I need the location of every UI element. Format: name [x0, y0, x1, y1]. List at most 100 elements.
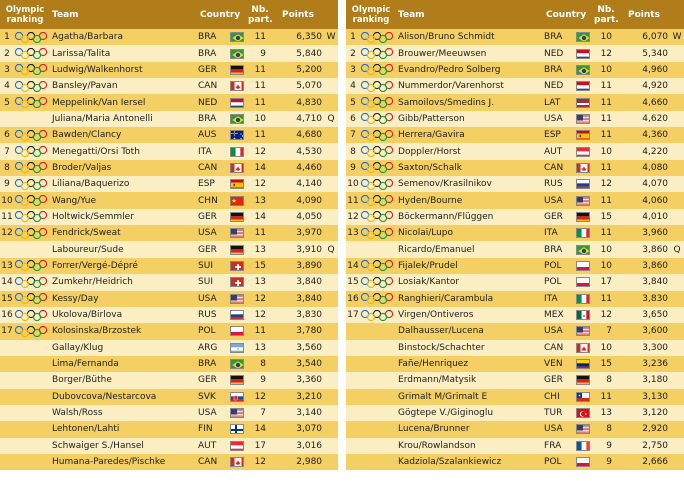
rank-cell: 6 [4, 130, 10, 141]
country-flag-cell [230, 192, 248, 208]
olympic-rings-cell [14, 241, 50, 257]
rank-cell [346, 340, 360, 356]
header-nb-part: Nb. part. [248, 0, 273, 29]
participation-count: 8 [606, 424, 613, 435]
points-value: 3,070 [296, 424, 323, 435]
participation-count: 10 [600, 244, 613, 255]
olympic-rings-icon [360, 227, 394, 239]
country-flag-cell [230, 209, 248, 225]
country-flag-icon [576, 293, 591, 304]
points-value: 5,340 [642, 48, 669, 59]
points-value: 4,620 [642, 113, 669, 124]
country-flag-cell [576, 78, 594, 94]
points-value: 3,210 [296, 391, 323, 402]
country-flag-icon [230, 326, 245, 337]
olympic-rings-icon [360, 309, 394, 321]
olympic-rings-icon [14, 162, 48, 174]
table-row: 10 Semenov/Krasilnikov RUS 12 4,070 [346, 176, 684, 193]
points-value: 4,830 [296, 97, 323, 108]
country-flag-cell [576, 127, 594, 143]
points-value: 3,236 [642, 359, 669, 370]
olympic-rings-cell [14, 94, 50, 110]
rank-cell: 10 [1, 195, 13, 206]
olympic-rings-cell [14, 127, 50, 143]
qualifier-mark: Q [327, 244, 335, 255]
table-row: 4 Nummerdor/Varenhorst NED 11 4,920 [346, 78, 684, 95]
country-flag-cell [576, 274, 594, 290]
team-name: Nicolai/Lupo [398, 228, 454, 239]
team-name: Gallay/Klug [52, 342, 104, 353]
country-flag-icon [576, 310, 591, 321]
team-name: Semenov/Krasilnikov [398, 179, 492, 190]
qualifier-mark [670, 274, 684, 290]
participation-count: 9 [260, 48, 267, 59]
table-row: 3 Ludwig/Walkenhorst GER 11 5,200 [0, 61, 339, 79]
country-flag-cell [576, 372, 594, 388]
participation-count: 15 [600, 359, 613, 370]
team-name: Lima/Fernanda [52, 359, 119, 370]
country-flag-icon [576, 162, 591, 173]
participation-count: 11 [254, 81, 267, 92]
country-flag-icon [576, 375, 591, 386]
rank-cell: 3 [350, 64, 356, 75]
points-value: 6,070 [642, 32, 669, 43]
rank-cell: 1 [350, 32, 356, 43]
points-value: 2,920 [642, 424, 669, 435]
country-code: USA [544, 326, 563, 337]
participation-count: 10 [600, 146, 613, 157]
points-value: 3,960 [642, 228, 669, 239]
country-flag-cell [576, 192, 594, 208]
qualifier-mark [324, 62, 338, 78]
ranking-table-right: Olympic ranking Team Country Nb. part. Poi… [346, 0, 684, 471]
country-code: GER [544, 211, 563, 222]
country-flag-cell [576, 209, 594, 225]
country-code: GER [198, 375, 217, 386]
country-code: VEN [544, 359, 563, 370]
team-name: Fañe/Henriquez [398, 359, 469, 370]
country-code: BRA [544, 244, 563, 255]
points-value: 4,710 [296, 113, 323, 124]
country-flag-cell [230, 225, 248, 241]
participation-count: 11 [254, 32, 267, 43]
qualifier-mark [670, 258, 684, 274]
team-name: Laboureur/Sude [52, 244, 124, 255]
olympic-rings-icon [14, 195, 48, 207]
olympic-rings-cell [360, 78, 396, 94]
country-flag-cell [230, 241, 248, 257]
country-flag-cell [230, 372, 248, 388]
qualifier-mark [324, 78, 338, 94]
participation-count: 11 [600, 195, 613, 206]
qualifier-mark [670, 192, 684, 208]
rank-cell [346, 389, 360, 405]
qualifier-mark [670, 454, 684, 470]
rank-cell: 9 [4, 179, 10, 190]
country-flag-cell [230, 307, 248, 323]
olympic-rings-cell [14, 291, 50, 307]
qualifier-mark [670, 323, 684, 339]
qualifier-mark [670, 94, 684, 110]
rank-cell [346, 438, 360, 454]
country-code: BRA [544, 64, 563, 75]
participation-count: 11 [600, 130, 613, 141]
participation-count: 12 [600, 310, 613, 321]
olympic-rings-icon [14, 293, 48, 305]
olympic-rings-cell [14, 258, 50, 274]
team-name: Gögtepe V./Giginoglu [398, 408, 494, 419]
participation-count: 13 [254, 195, 267, 206]
table-header: Olympic ranking Team Country Nb. part. Poi… [0, 0, 339, 29]
team-name: Lucena/Brunner [398, 424, 470, 435]
table-row: Binstock/Schachter CAN 10 3,300 [346, 339, 684, 356]
participation-count: 12 [600, 48, 613, 59]
header-qualifier [324, 0, 338, 29]
country-flag-icon [576, 277, 591, 288]
team-name: Fendrick/Sweat [52, 228, 121, 239]
country-code: SUI [198, 277, 213, 288]
country-code: CHN [198, 195, 218, 206]
country-flag-icon [230, 113, 245, 124]
country-flag-icon [576, 391, 591, 402]
table-row: 10 Wang/Yue CHN 13 4,090 [0, 192, 339, 209]
team-name: Juliana/Maria Antonelli [52, 113, 153, 124]
country-flag-cell [230, 111, 248, 127]
table-row: 1 Agatha/Barbara BRA 11 6,350 W [0, 29, 339, 46]
participation-count: 13 [254, 342, 267, 353]
